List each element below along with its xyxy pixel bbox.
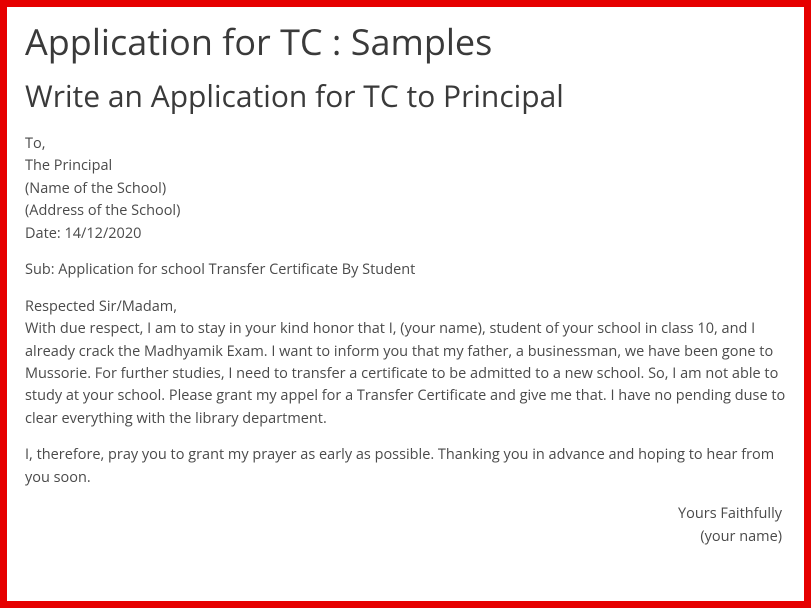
body-paragraph-2: I, therefore, pray you to grant my praye… [25, 444, 786, 489]
body-main: Respected Sir/Madam, With due respect, I… [25, 296, 786, 431]
subject-line: Sub: Application for school Transfer Cer… [25, 259, 786, 281]
signature: (your name) [25, 526, 782, 548]
address-school-address: (Address of the School) [25, 200, 786, 222]
address-principal: The Principal [25, 155, 786, 177]
closing-block: Yours Faithfully (your name) [25, 503, 786, 548]
document-frame: Application for TC : Samples Write an Ap… [0, 0, 811, 608]
address-date: Date: 14/12/2020 [25, 223, 786, 245]
body-paragraph-1: With due respect, I am to stay in your k… [25, 319, 785, 428]
page-subtitle: Write an Application for TC to Principal [25, 76, 786, 115]
address-block: To, The Principal (Name of the School) (… [25, 133, 786, 245]
address-to: To, [25, 133, 786, 155]
address-school-name: (Name of the School) [25, 178, 786, 200]
page-title: Application for TC : Samples [25, 19, 786, 66]
salutation: Respected Sir/Madam, [25, 296, 786, 318]
valediction: Yours Faithfully [25, 503, 782, 525]
